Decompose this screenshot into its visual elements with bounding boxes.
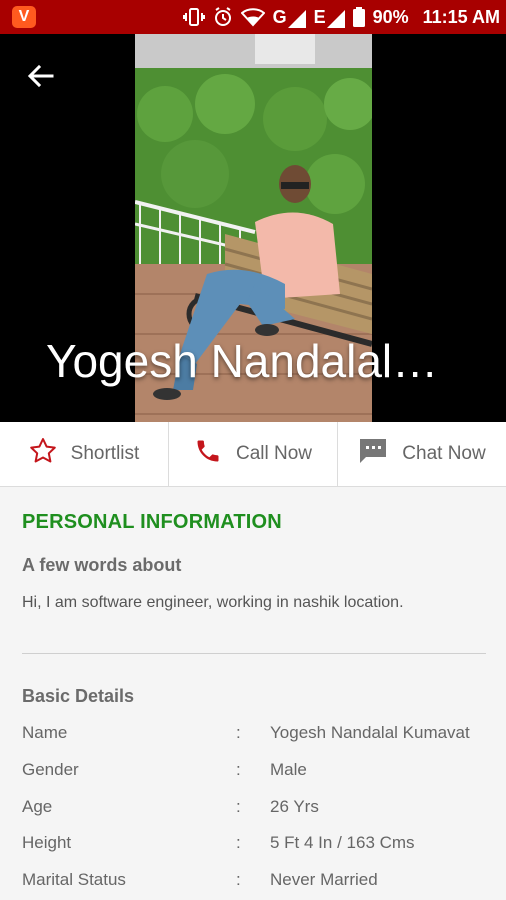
detail-row-height: Height : 5 Ft 4 In / 163 Cms <box>22 833 492 857</box>
detail-separator: : <box>236 760 241 779</box>
signal-icon-1: G <box>273 7 306 28</box>
battery-icon <box>352 7 365 27</box>
detail-separator: : <box>236 723 241 742</box>
chat-now-button[interactable]: Chat Now <box>338 422 506 486</box>
app-notification-icon: V <box>12 6 36 28</box>
detail-separator: : <box>236 870 241 889</box>
signal-icon-2: E <box>314 7 345 28</box>
wifi-icon <box>240 7 265 27</box>
status-bar: V G E 90% 11:15 AM <box>0 0 506 34</box>
detail-label: Height <box>22 833 72 852</box>
network-type-label-2: E <box>313 6 326 27</box>
detail-row-gender: Gender : Male <box>22 760 492 784</box>
detail-label: Gender <box>22 760 79 779</box>
star-icon <box>29 437 57 471</box>
detail-separator: : <box>236 797 241 816</box>
profile-action-bar: Shortlist Call Now Chat Now <box>0 422 506 487</box>
clock: 11:15 AM <box>422 6 500 27</box>
detail-row-age: Age : 26 Yrs <box>22 797 492 821</box>
back-arrow-icon[interactable] <box>24 60 56 92</box>
phone-icon <box>194 437 222 471</box>
profile-name: Yogesh Nandalal… <box>46 335 439 387</box>
vibrate-icon <box>182 7 205 27</box>
detail-value: Never Married <box>270 870 378 889</box>
divider <box>22 653 486 654</box>
shortlist-button[interactable]: Shortlist <box>0 422 169 486</box>
about-text: Hi, I am software engineer, working in n… <box>22 594 404 611</box>
detail-row-marital-status: Marital Status : Never Married <box>22 870 492 894</box>
chat-now-label: Chat Now <box>402 443 486 464</box>
call-now-button[interactable]: Call Now <box>169 422 338 486</box>
network-type-label: G <box>272 6 287 27</box>
shortlist-label: Shortlist <box>70 443 140 464</box>
detail-label: Age <box>22 797 53 816</box>
detail-separator: : <box>236 833 241 852</box>
detail-value: 5 Ft 4 In / 163 Cms <box>270 833 415 852</box>
alarm-icon <box>213 7 233 27</box>
detail-value: 26 Yrs <box>270 797 319 816</box>
basic-details-heading: Basic Details <box>22 686 135 706</box>
battery-percent: 90% <box>372 6 409 27</box>
detail-label: Name <box>22 723 68 742</box>
detail-label: Marital Status <box>22 870 126 889</box>
section-title-personal-information: PERSONAL INFORMATION <box>22 511 282 533</box>
chat-icon <box>358 437 388 471</box>
profile-details: PERSONAL INFORMATION A few words about H… <box>0 487 506 900</box>
about-heading: A few words about <box>22 555 182 575</box>
detail-value: Yogesh Nandalal Kumavat <box>270 723 470 742</box>
detail-row-name: Name : Yogesh Nandalal Kumavat <box>22 723 492 747</box>
profile-photo-header: Yogesh Nandalal… <box>0 34 506 422</box>
detail-value: Male <box>270 760 307 779</box>
call-now-label: Call Now <box>235 443 313 464</box>
